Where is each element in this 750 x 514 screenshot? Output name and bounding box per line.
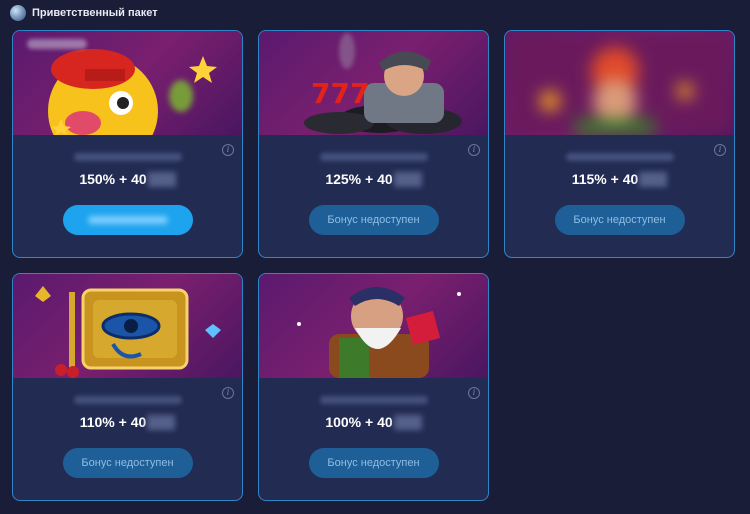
bonus-card-4[interactable]: i 110% + 40 Бонус недоступен [12, 273, 243, 501]
page-header: Приветственный пакет [10, 5, 158, 21]
card-subtitle-redacted [565, 153, 674, 161]
bonus-offer: 100% + 40 [259, 414, 488, 430]
bonus-unavailable-button[interactable]: Бонус недоступен [554, 205, 685, 235]
card-subtitle-redacted [73, 153, 182, 161]
page-title: Приветственный пакет [32, 7, 158, 19]
svg-text:777: 777 [311, 77, 369, 110]
welcome-package-icon [10, 5, 26, 21]
card-subtitle-redacted [319, 396, 428, 404]
slot-art-dwarf-gems [259, 274, 488, 378]
card-subtitle-redacted [73, 396, 182, 404]
bonus-unavailable-button[interactable]: Бонус недоступен [62, 448, 193, 478]
bonus-offer: 115% + 40 [505, 171, 734, 187]
claim-bonus-button[interactable] [62, 205, 193, 235]
info-icon[interactable]: i [468, 144, 480, 156]
bonus-offer: 125% + 40 [259, 171, 488, 187]
bonus-offer: 150% + 40 [13, 171, 242, 187]
slot-art-old-man-tires: 777 [259, 31, 488, 135]
info-icon[interactable]: i [222, 387, 234, 399]
info-icon[interactable]: i [468, 387, 480, 399]
bonus-unavailable-button[interactable]: Бонус недоступен [308, 448, 439, 478]
bonus-card-2[interactable]: 777 i 125% + 40 Бонус недоступен [258, 30, 489, 258]
bonus-card-1[interactable]: i 150% + 40 [12, 30, 243, 258]
bonus-offer: 110% + 40 [13, 414, 242, 430]
card-subtitle-redacted [319, 153, 428, 161]
slot-art-yellow-duck [13, 31, 242, 135]
info-icon[interactable]: i [714, 144, 726, 156]
bonus-unavailable-button[interactable]: Бонус недоступен [308, 205, 439, 235]
info-icon[interactable]: i [222, 144, 234, 156]
bonus-card-3[interactable]: i 115% + 40 Бонус недоступен [504, 30, 735, 258]
bonus-card-5[interactable]: i 100% + 40 Бонус недоступен [258, 273, 489, 501]
slot-art-eye-of-horus [13, 274, 242, 378]
slot-art-blurred [505, 31, 734, 135]
